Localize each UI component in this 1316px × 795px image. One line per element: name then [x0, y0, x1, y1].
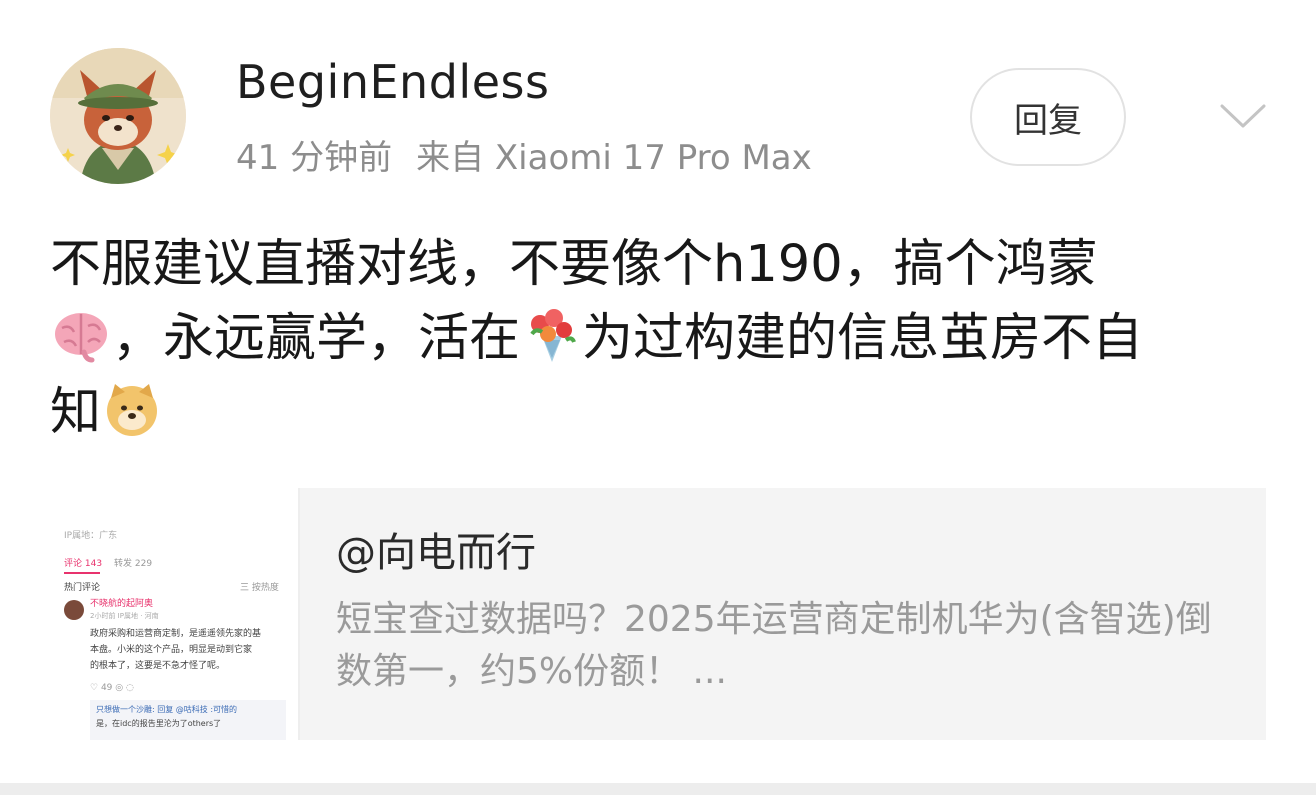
username[interactable]: BeginEndless — [236, 54, 549, 110]
thumb-comment-l2: 本盘。小米的这个产品，明显是动到它家 — [90, 645, 253, 655]
thumb-comment-l3: 的根本了，这要是不急才怪了呢。 — [90, 661, 226, 671]
post-line-2: ，永远赢学，活在 为过构建的信息茧房不自 — [50, 302, 1265, 376]
thumb-ip: IP属地：广东 — [64, 531, 118, 541]
thumb-tab-reposts: 转发 229 — [114, 559, 153, 569]
thumb-hot-label: 热门评论 — [64, 583, 101, 593]
thumb-comment-meta: 2小时前 IP属地 · 河南 — [90, 612, 159, 620]
quoted-text: 短宝查过数据吗？2025年运营商定制机华为(含智选)倒数第一，约5%份额！ ..… — [336, 599, 1212, 692]
post-text-4: 知 — [50, 383, 102, 442]
thumb-like-count: 49 — [100, 683, 113, 693]
chevron-down-icon[interactable] — [1218, 96, 1268, 136]
post-line-1: 不服建议直播对线，不要像个h190，搞个鸿蒙 — [50, 228, 1265, 302]
bouquet-emoji-icon — [530, 309, 576, 362]
post-text-3: 为过构建的信息茧房不自 — [582, 309, 1144, 368]
post-content: 不服建议直播对线，不要像个h190，搞个鸿蒙 ，永远赢学，活在 为过构建的信息茧… — [50, 228, 1265, 450]
post-text-2: ，永远赢学，活在 — [112, 309, 521, 368]
post-text-1: 不服建议直播对线，不要像个h190，搞个鸿蒙 — [50, 235, 1098, 294]
thumb-sort: 三 按热度 — [240, 583, 279, 593]
reply-button[interactable]: 回复 — [970, 68, 1126, 166]
thumb-tab-indicator — [64, 572, 100, 574]
post-meta: 41 分钟前 来自 Xiaomi 17 Pro Max — [236, 136, 812, 180]
thumb-commenter-avatar — [64, 600, 84, 620]
post-time: 41 分钟前 — [236, 138, 393, 178]
bottom-divider — [0, 783, 1316, 795]
post-source: 来自 Xiaomi 17 Pro Max — [416, 138, 812, 178]
thumb-tab-comments: 评论 143 — [64, 559, 103, 569]
post-line-3: 知 — [50, 376, 1265, 450]
thumb-reply-l2: 是，在idc的报告里沦为了others了 — [96, 719, 222, 728]
fox-avatar-icon — [50, 48, 186, 184]
quoted-post-thumbnail: IP属地：广东 评论 143 转发 229 热门评论 三 按热度 不晓航的起阿奥… — [50, 488, 300, 740]
quoted-post-card[interactable]: IP属地：广东 评论 143 转发 229 热门评论 三 按热度 不晓航的起阿奥… — [50, 488, 1266, 740]
thumb-commenter: 不晓航的起阿奥 — [90, 599, 154, 609]
avatar[interactable] — [50, 48, 186, 184]
weibo-comment-page: BeginEndless 41 分钟前 来自 Xiaomi 17 Pro Max … — [0, 0, 1316, 795]
thumb-reply-l1: 只想做一个沙雕: 回复 @咕科技 :可惜的 — [96, 705, 238, 714]
brain-emoji-icon — [55, 313, 107, 363]
quoted-author[interactable]: @向电而行 — [336, 528, 536, 578]
thumb-actions: ♡ 49 ◎ ◌ — [90, 683, 134, 693]
thumb-comment-l1: 政府采购和运营商定制，是遥遥领先家的基 — [90, 629, 262, 639]
doge-emoji-icon — [107, 384, 158, 436]
